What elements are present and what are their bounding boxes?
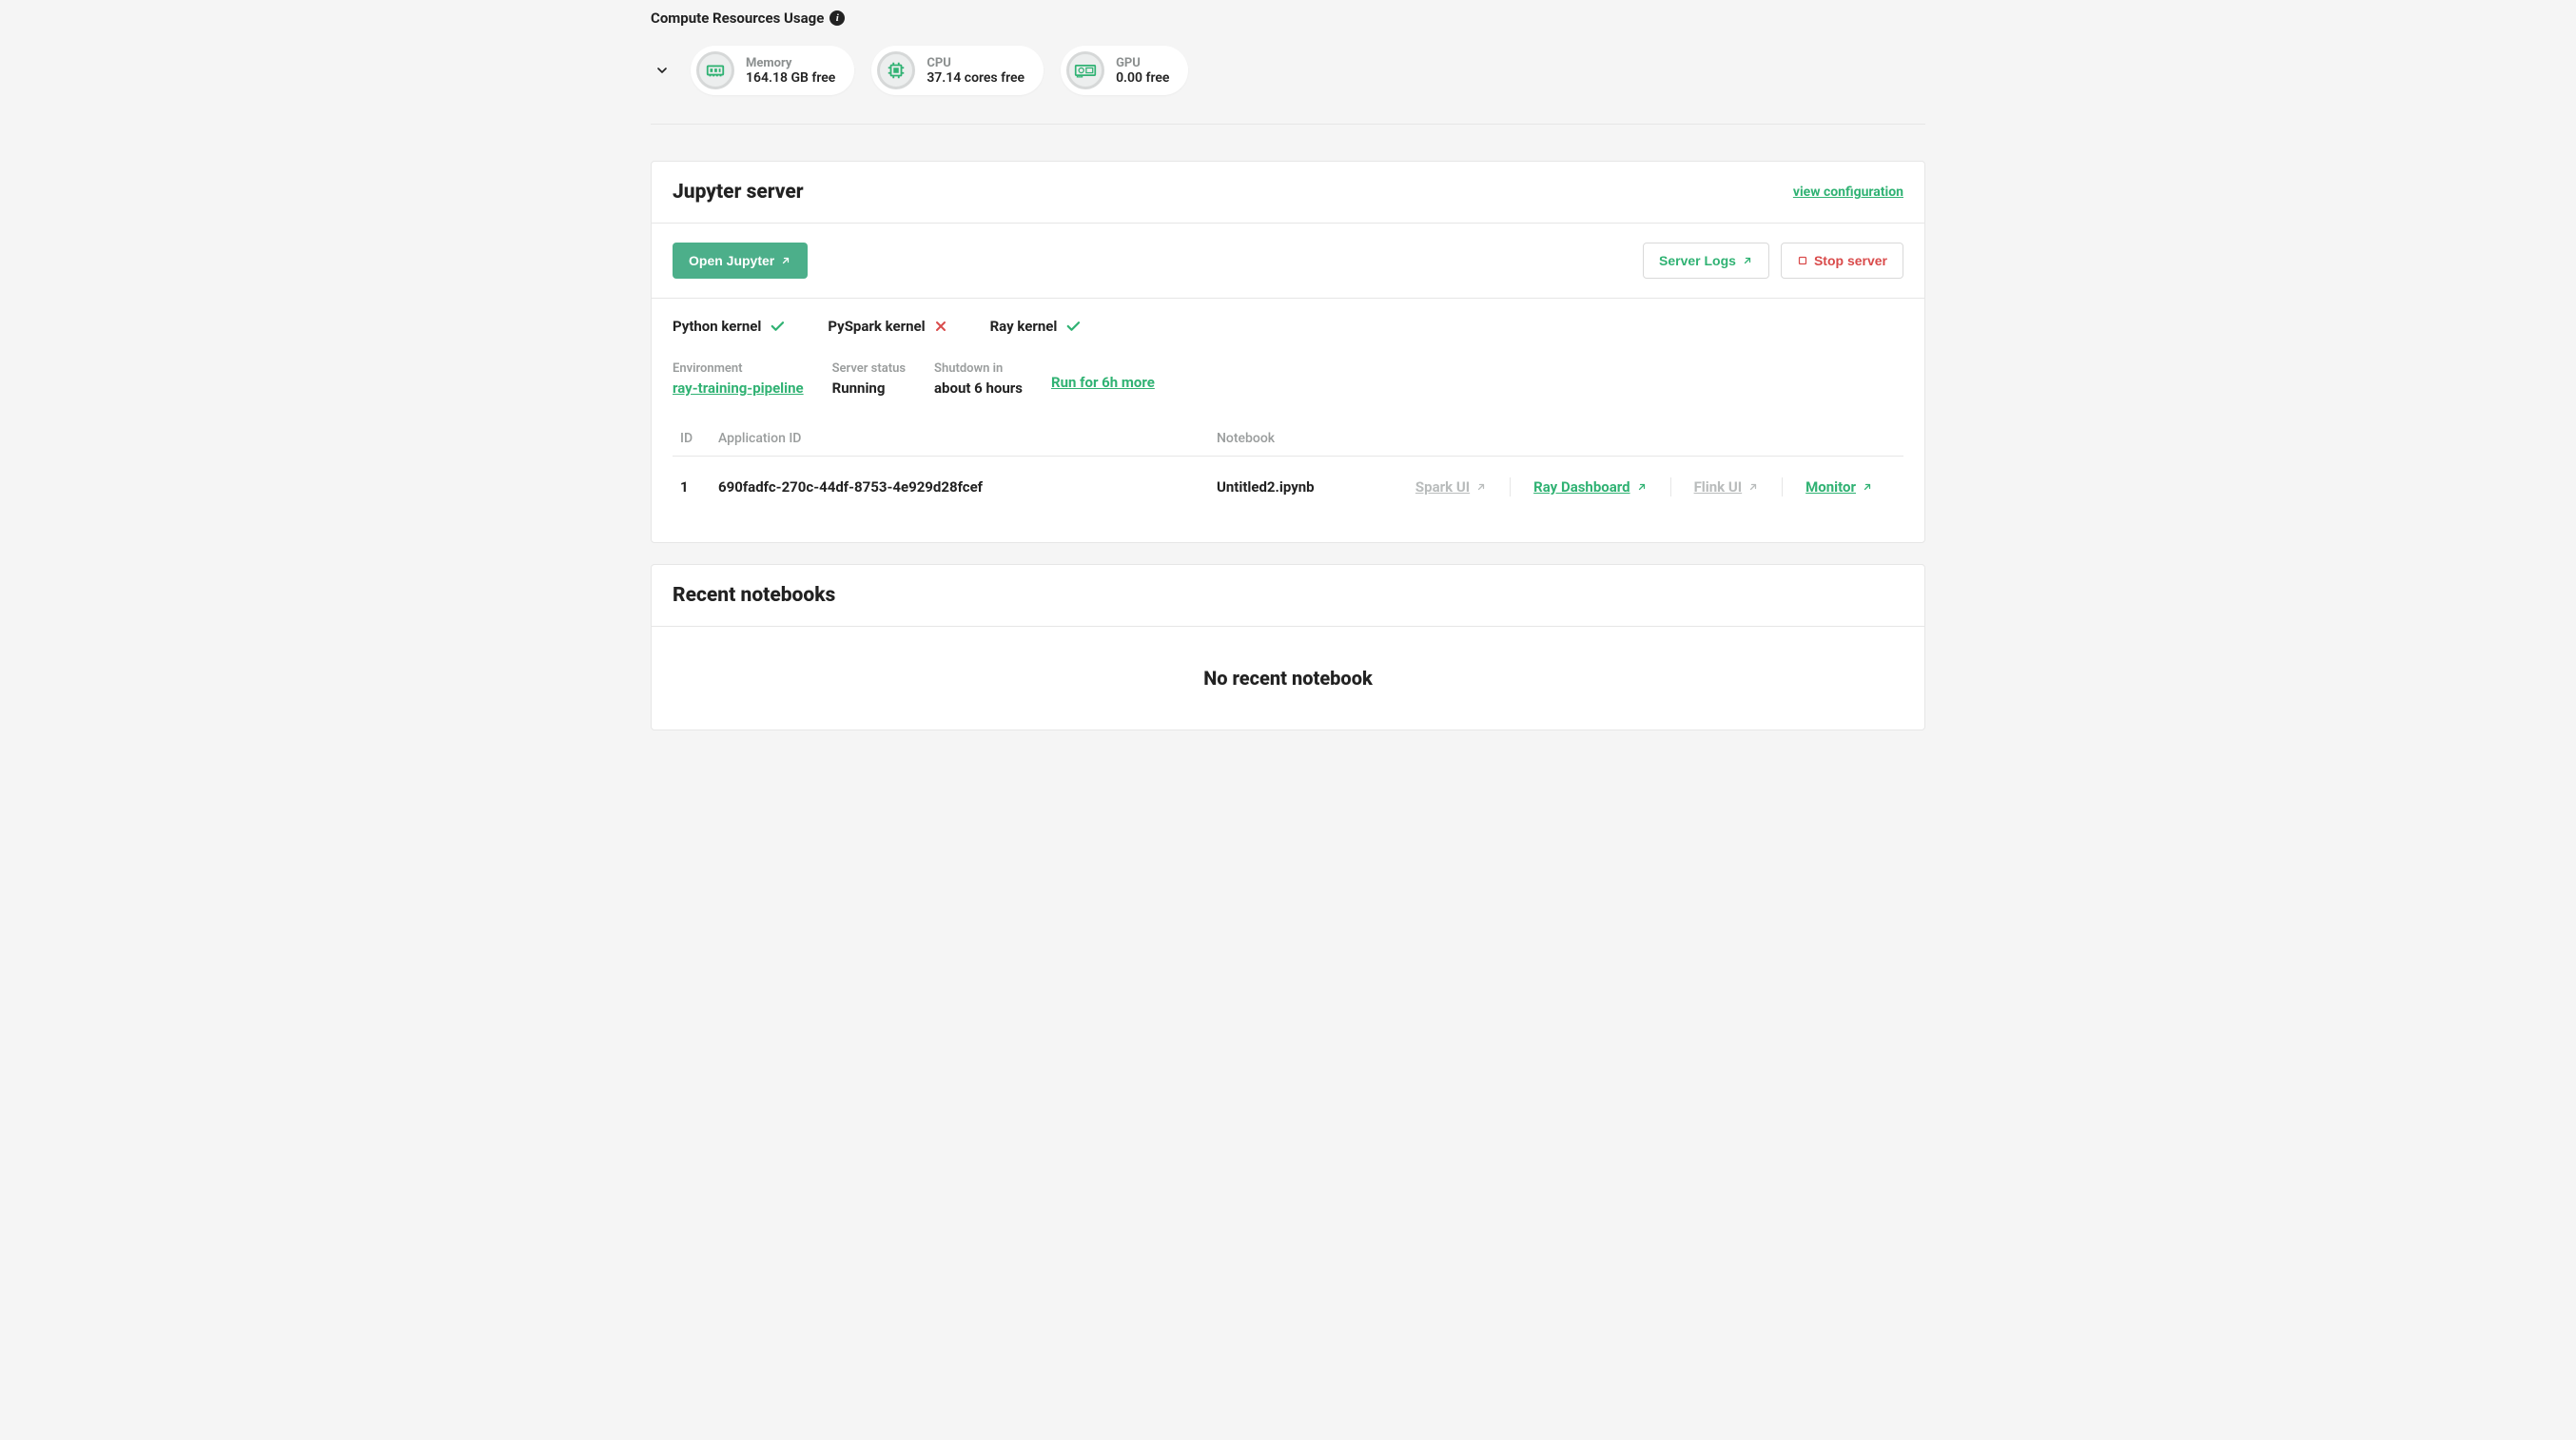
recent-notebooks-title: Recent notebooks [673,584,835,607]
expand-resources-button[interactable] [651,59,673,82]
kernel-python-label: Python kernel [673,318,761,335]
recent-card-header: Recent notebooks [652,565,1924,627]
col-id: ID [673,421,711,457]
resource-pill-memory[interactable]: Memory 164.18 GB free [691,46,854,95]
cpu-value: 37.14 cores free [927,70,1025,86]
external-link-icon [1862,481,1873,493]
compute-resources-title: Compute Resources Usage i [651,10,1925,27]
flink-ui-link[interactable]: Flink UI [1670,477,1783,496]
server-status-label: Server status [832,361,906,376]
cpu-icon [877,51,915,89]
environment-value-link[interactable]: ray-training-pipeline [673,379,804,397]
jupyter-title: Jupyter server [673,181,804,204]
spark-ui-label: Spark UI [1415,477,1470,496]
gpu-icon [1066,51,1104,89]
stop-server-label: Stop server [1814,253,1887,268]
environment-label: Environment [673,361,804,376]
external-link-icon [1475,481,1487,493]
col-notebook: Notebook [1209,421,1371,457]
applications-table: ID Application ID Notebook 1 690fadfc-27… [673,421,1903,517]
view-configuration-link[interactable]: view configuration [1793,185,1903,200]
compute-resources-title-text: Compute Resources Usage [651,10,824,27]
ray-dashboard-link[interactable]: Ray Dashboard [1510,477,1669,496]
kernel-pyspark-label: PySpark kernel [828,318,925,335]
monitor-label: Monitor [1805,477,1856,496]
kernel-status-row: Python kernel PySpark kernel Ray kernel [673,318,1903,335]
monitor-link[interactable]: Monitor [1782,477,1896,496]
run-more-link[interactable]: Run for 6h more [1051,368,1155,391]
server-status-value: Running [832,379,906,397]
gpu-label: GPU [1116,56,1169,70]
kernel-pyspark: PySpark kernel [828,318,947,335]
jupyter-card-body: Python kernel PySpark kernel Ray kernel … [652,299,1924,542]
open-jupyter-button[interactable]: Open Jupyter [673,243,808,279]
compute-resources-row: Memory 164.18 GB free CPU 37.14 cores fr… [651,46,1925,125]
recent-notebooks-card: Recent notebooks No recent notebook [651,564,1925,730]
environment-meta: Environment ray-training-pipeline [673,361,804,397]
external-link-icon [1742,255,1753,266]
cpu-label: CPU [927,56,1025,70]
row-id: 1 [673,457,711,518]
server-logs-button[interactable]: Server Logs [1643,243,1769,279]
row-app-id: 690fadfc-270c-44df-8753-4e929d28fcef [711,457,1209,518]
jupyter-card-header: Jupyter server view configuration [652,162,1924,224]
memory-icon [696,51,734,89]
info-icon[interactable]: i [829,10,845,26]
row-actions: Spark UI Ray Dashboard Flink UI [1378,477,1896,496]
check-icon [769,318,786,335]
server-status-meta: Server status Running [832,361,906,397]
col-app-id: Application ID [711,421,1209,457]
x-icon [933,319,948,334]
ray-dashboard-label: Ray Dashboard [1533,477,1630,496]
external-link-icon [780,255,791,266]
kernel-ray: Ray kernel [990,318,1083,335]
server-logs-label: Server Logs [1659,253,1736,268]
stop-server-button[interactable]: Stop server [1781,243,1903,279]
jupyter-server-card: Jupyter server view configuration Open J… [651,161,1925,543]
shutdown-value: about 6 hours [934,379,1023,397]
server-meta-row: Environment ray-training-pipeline Server… [673,361,1903,397]
shutdown-label: Shutdown in [934,361,1023,376]
spark-ui-link[interactable]: Spark UI [1393,477,1510,496]
chevron-down-icon [654,63,670,78]
gpu-value: 0.00 free [1116,70,1169,86]
external-link-icon [1747,481,1759,493]
resource-pill-cpu[interactable]: CPU 37.14 cores free [871,46,1044,95]
jupyter-actions-row: Open Jupyter Server Logs Stop server [652,224,1924,299]
table-row: 1 690fadfc-270c-44df-8753-4e929d28fcef U… [673,457,1903,518]
shutdown-meta: Shutdown in about 6 hours [934,361,1023,397]
check-icon [1064,318,1082,335]
memory-value: 164.18 GB free [746,70,835,86]
flink-ui-label: Flink UI [1694,477,1743,496]
recent-empty-state: No recent notebook [652,627,1924,730]
stop-icon [1797,255,1808,266]
memory-label: Memory [746,56,835,70]
kernel-ray-label: Ray kernel [990,318,1058,335]
external-link-icon [1636,481,1648,493]
open-jupyter-label: Open Jupyter [689,253,774,268]
resource-pill-gpu[interactable]: GPU 0.00 free [1061,46,1188,95]
kernel-python: Python kernel [673,318,786,335]
row-notebook: Untitled2.ipynb [1209,457,1371,518]
